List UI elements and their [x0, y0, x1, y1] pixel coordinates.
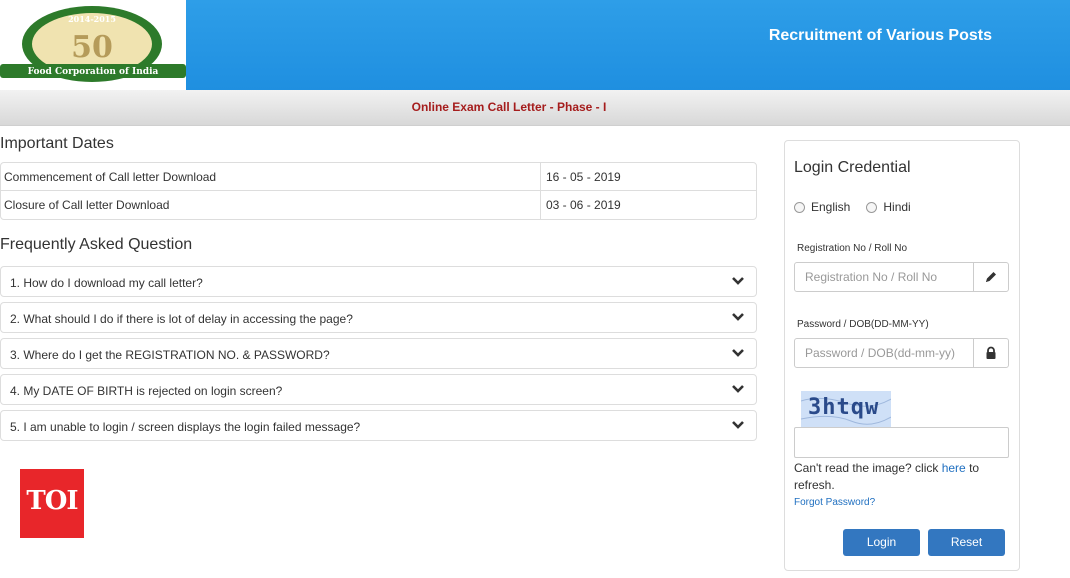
date-value: 03 - 06 - 2019: [546, 198, 621, 212]
faq-heading: Frequently Asked Question: [0, 236, 193, 253]
refresh-prefix: Can't read the image? click: [794, 461, 942, 475]
faq-list: 1. How do I download my call letter? 2. …: [0, 266, 757, 446]
faq-item[interactable]: 1. How do I download my call letter?: [0, 266, 757, 297]
faq-item[interactable]: 3. Where do I get the REGISTRATION NO. &…: [0, 338, 757, 369]
captcha-refresh-text: Can't read the image? click here to refr…: [794, 460, 1009, 494]
hindi-radio[interactable]: [866, 201, 878, 213]
fci-logo: Food Corporation of India 2014-2015 50: [0, 6, 186, 82]
chevron-down-icon[interactable]: [731, 347, 745, 359]
registration-input[interactable]: [795, 263, 973, 291]
faq-question: 3. Where do I get the REGISTRATION NO. &…: [10, 348, 330, 362]
logo-emblem-number: 50: [71, 30, 113, 65]
faq-item[interactable]: 4. My DATE OF BIRTH is rejected on login…: [0, 374, 757, 405]
faq-item[interactable]: 2. What should I do if there is lot of d…: [0, 302, 757, 333]
english-radio[interactable]: [794, 201, 805, 213]
logo-years: 2014-2015: [68, 14, 116, 24]
pencil-icon: [973, 263, 1008, 291]
english-label[interactable]: English: [811, 200, 850, 214]
faq-question: 1. How do I download my call letter?: [10, 276, 203, 290]
logo-org-name: Food Corporation of India: [28, 67, 159, 77]
chevron-down-icon[interactable]: [731, 275, 745, 287]
important-dates-heading: Important Dates: [0, 135, 114, 152]
table-row: Closure of Call letter Download 03 - 06 …: [1, 191, 756, 219]
login-button[interactable]: Login: [843, 529, 920, 556]
date-label: Closure of Call letter Download: [1, 191, 541, 219]
captcha-input[interactable]: [794, 427, 1009, 458]
header: Food Corporation of India 2014-2015 50 R…: [0, 0, 1070, 90]
date-value: 16 - 05 - 2019: [546, 170, 621, 184]
subheader-bar: Online Exam Call Letter - Phase - I: [0, 90, 1070, 126]
important-dates-table: Commencement of Call letter Download 16 …: [0, 162, 757, 220]
toi-watermark-logo: TOI: [20, 469, 84, 538]
page-title: Recruitment of Various Posts: [768, 27, 992, 44]
faq-question: 2. What should I do if there is lot of d…: [10, 312, 353, 326]
table-row: Commencement of Call letter Download 16 …: [1, 163, 756, 191]
login-panel: Login Credential English Hindi Registrat…: [784, 140, 1020, 571]
chevron-down-icon[interactable]: [731, 419, 745, 431]
forgot-password-link[interactable]: Forgot Password?: [794, 497, 875, 508]
hindi-label[interactable]: Hindi: [883, 200, 910, 214]
chevron-down-icon[interactable]: [731, 311, 745, 323]
captcha-image: 3htqw: [801, 391, 891, 427]
password-input[interactable]: [795, 339, 973, 367]
faq-question: 4. My DATE OF BIRTH is rejected on login…: [10, 384, 283, 398]
password-field-group: [794, 338, 1009, 368]
subheader-title: Online Exam Call Letter - Phase - I: [411, 100, 607, 114]
password-label: Password / DOB(DD-MM-YY): [797, 319, 929, 330]
date-label: Commencement of Call letter Download: [1, 163, 541, 190]
registration-label: Registration No / Roll No: [797, 243, 908, 254]
reset-button[interactable]: Reset: [928, 529, 1005, 556]
chevron-down-icon[interactable]: [731, 383, 745, 395]
faq-question: 5. I am unable to login / screen display…: [10, 420, 361, 434]
login-title: Login Credential: [794, 159, 911, 176]
captcha-text: 3htqw: [808, 395, 880, 420]
language-selector: English Hindi: [794, 200, 927, 214]
registration-field-group: [794, 262, 1009, 292]
faq-item[interactable]: 5. I am unable to login / screen display…: [0, 410, 757, 441]
header-banner: [186, 0, 1070, 90]
lock-icon: [973, 339, 1008, 367]
refresh-captcha-link[interactable]: here: [942, 461, 966, 475]
